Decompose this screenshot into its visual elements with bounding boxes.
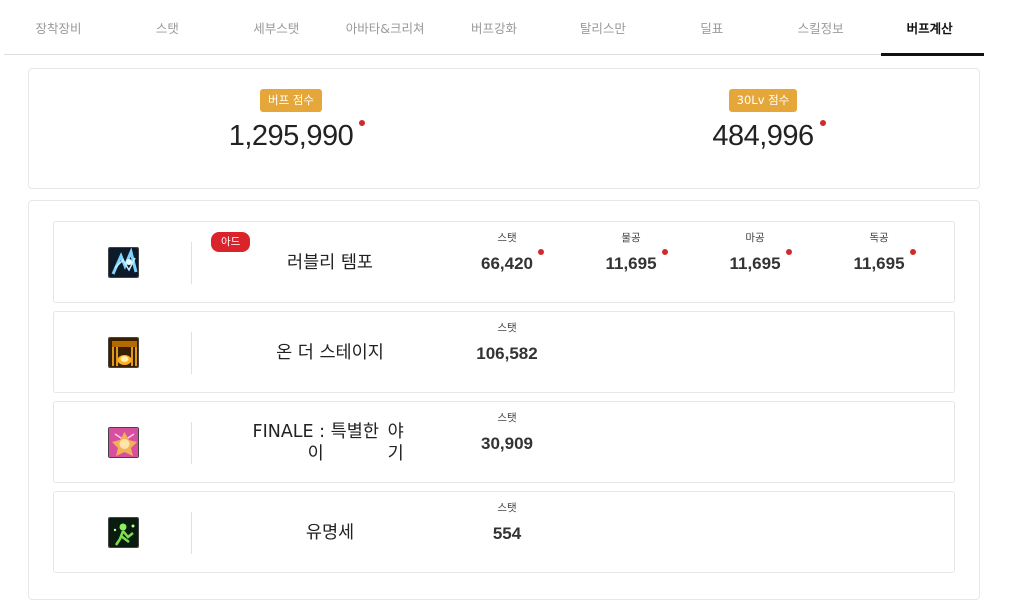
tab-buff-calc[interactable]: 버프계산: [875, 0, 984, 56]
stat-value: 66,420: [481, 249, 544, 274]
tab-stats[interactable]: 스탯: [113, 0, 222, 55]
lovely-tempo-icon: [108, 247, 139, 278]
buff-name-line1: FINALE : 특별한 이: [252, 422, 379, 464]
lv30-score-value: 484,996: [712, 120, 826, 153]
stat-number: 11,695: [729, 254, 781, 273]
tab-bar: 장착장비 스탯 세부스탯 아바타&크리쳐 버프강화 탈리스만 딜표 스킬정보 버…: [4, 0, 984, 56]
buff-score: 버프 점수 1,295,990: [141, 89, 441, 153]
stat-value: 11,695: [605, 249, 668, 274]
buff-score-number: 1,295,990: [228, 120, 354, 152]
stat-label: 물공: [621, 232, 641, 244]
stat-value: 106,582: [476, 344, 538, 363]
indicator-dot: [538, 249, 544, 255]
lv30-score-badge: 30Lv 점수: [728, 89, 798, 112]
magic-attack-block: 마공 11,695: [705, 230, 805, 274]
buff-name: 온 더 스테이지: [276, 343, 384, 363]
divider: [191, 512, 192, 554]
buff-row-fame: 유명세 스탯 554: [53, 491, 955, 573]
lv30-score: 30Lv 점수 484,996: [613, 89, 913, 153]
tab-avatar-creature[interactable]: 아바타&크리쳐: [331, 0, 440, 55]
lv30-score-number: 484,996: [712, 120, 814, 152]
stat-number: 11,695: [853, 254, 905, 273]
stat-block: 스탯 106,582: [457, 320, 557, 364]
tab-skill-info[interactable]: 스킬정보: [766, 0, 875, 55]
stat-label: 스탯: [497, 502, 517, 514]
stat-value: 554: [492, 524, 522, 543]
stat-block: 스탯 30,909: [457, 410, 557, 454]
indicator-dot: [359, 120, 366, 126]
buff-name: FINALE : 특별한 이 야기: [250, 422, 410, 464]
stat-value: 11,695: [729, 249, 792, 274]
ad-badge: 아드: [211, 232, 251, 252]
stat-label: 스탯: [497, 232, 517, 244]
tab-detail-stats[interactable]: 세부스탯: [222, 0, 331, 55]
buff-score-value: 1,295,990: [228, 120, 366, 153]
stat-label: 스탯: [497, 322, 517, 334]
score-card: 버프 점수 1,295,990 30Lv 점수 484,996: [28, 68, 980, 189]
tab-damage-table[interactable]: 딜표: [657, 0, 766, 55]
stat-label: 마공: [745, 232, 765, 244]
stat-label: 독공: [869, 232, 889, 244]
buff-list-panel: 아드 러블리 템포 스탯 66,420 물공 11,695 마공 11,695 …: [28, 200, 980, 600]
tab-talisman[interactable]: 탈리스만: [548, 0, 657, 55]
buff-name-line2: 야기: [387, 422, 404, 464]
stat-number: 11,695: [605, 254, 657, 273]
stat-number: 66,420: [481, 254, 533, 273]
buff-name: 유명세: [305, 523, 355, 543]
stat-block: 스탯 554: [457, 500, 557, 544]
on-the-stage-icon: [108, 337, 139, 368]
buff-row-on-the-stage: 온 더 스테이지 스탯 106,582: [53, 311, 955, 393]
divider: [191, 332, 192, 374]
tab-buff-enhance[interactable]: 버프강화: [440, 0, 549, 55]
buff-row-finale: FINALE : 특별한 이 야기 스탯 30,909: [53, 401, 955, 483]
indicator-dot: [819, 120, 826, 126]
buff-row-lovely-tempo: 아드 러블리 템포 스탯 66,420 물공 11,695 마공 11,695 …: [53, 221, 955, 303]
physical-attack-block: 물공 11,695: [581, 230, 681, 274]
stat-value: 11,695: [853, 249, 916, 274]
indicator-dot: [661, 249, 668, 255]
stat-block: 스탯 66,420: [457, 230, 557, 274]
divider: [191, 422, 192, 464]
indicator-dot: [909, 249, 916, 255]
stat-label: 스탯: [497, 412, 517, 424]
buff-name: 러블리 템포: [286, 253, 374, 273]
tab-equipment[interactable]: 장착장비: [4, 0, 113, 55]
divider: [191, 242, 192, 284]
buff-score-badge: 버프 점수: [260, 89, 322, 112]
finale-icon: [108, 427, 139, 458]
fame-icon: [108, 517, 139, 548]
independent-attack-block: 독공 11,695: [829, 230, 929, 274]
indicator-dot: [785, 249, 792, 255]
stat-value: 30,909: [481, 434, 533, 453]
